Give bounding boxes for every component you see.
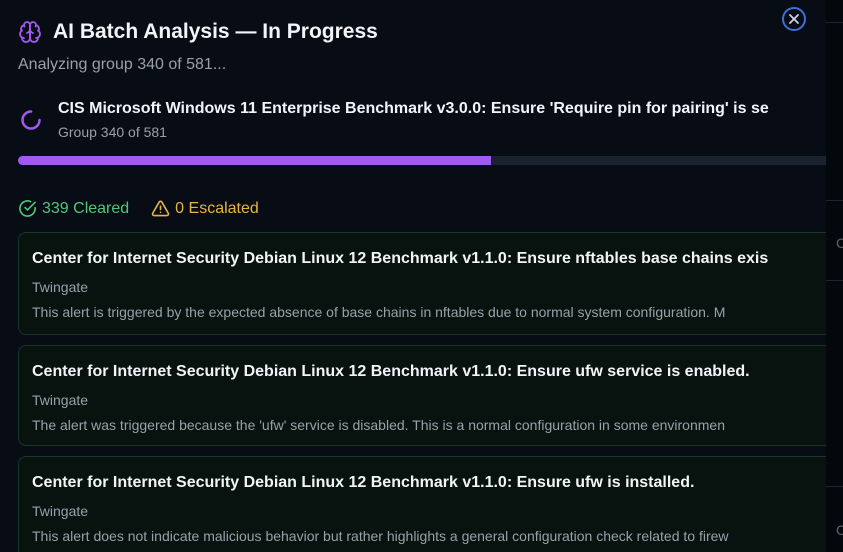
result-card-title: Center for Internet Security Debian Linu…: [32, 474, 695, 491]
result-card-description: The alert was triggered because the 'ufw…: [32, 417, 725, 433]
batch-analysis-modal: AI Batch Analysis — In Progress Analyzin…: [0, 0, 826, 552]
result-card-title: Center for Internet Security Debian Linu…: [32, 363, 750, 380]
backdrop-text: C: [836, 235, 843, 251]
cleared-count-label: 339 Cleared: [42, 199, 130, 217]
result-card-source: Twingate: [32, 279, 89, 295]
progress-bar: [18, 156, 826, 165]
check-circle-icon: [19, 200, 36, 217]
backdrop-divider: [826, 486, 843, 487]
close-icon: [789, 14, 799, 24]
result-card-description: This alert does not indicate malicious b…: [32, 528, 729, 544]
backdrop-divider: [826, 280, 843, 281]
modal-header: AI Batch Analysis — In Progress: [18, 20, 378, 44]
escalated-count: 0 Escalated: [151, 199, 259, 218]
backdrop-divider: [826, 200, 843, 201]
current-group-subtitle: Group 340 of 581: [58, 124, 167, 140]
progress-fill: [18, 156, 491, 165]
modal-subtitle: Analyzing group 340 of 581...: [18, 56, 227, 73]
result-card-title: Center for Internet Security Debian Linu…: [32, 250, 769, 267]
result-card-source: Twingate: [32, 392, 89, 408]
result-counts: 339 Cleared 0 Escalated: [18, 199, 259, 218]
brain-icon: [19, 21, 41, 43]
close-button[interactable]: [782, 7, 806, 31]
backdrop-panel: [826, 0, 843, 552]
result-card[interactable]: Center for Internet Security Debian Linu…: [18, 456, 826, 552]
escalated-count-label: 0 Escalated: [175, 199, 259, 217]
result-card-source: Twingate: [32, 503, 89, 519]
result-card-description: This alert is triggered by the expected …: [32, 304, 726, 320]
warning-triangle-icon: [151, 200, 170, 217]
current-group: CIS Microsoft Windows 11 Enterprise Benc…: [20, 100, 826, 144]
cleared-count: 339 Cleared: [18, 199, 129, 218]
result-card[interactable]: Center for Internet Security Debian Linu…: [18, 232, 826, 335]
backdrop-text: C: [836, 522, 843, 538]
current-group-title: CIS Microsoft Windows 11 Enterprise Benc…: [58, 100, 769, 117]
backdrop-divider: [826, 22, 843, 23]
result-card[interactable]: Center for Internet Security Debian Linu…: [18, 345, 826, 446]
modal-title: AI Batch Analysis — In Progress: [53, 20, 378, 43]
spinner-icon: [21, 110, 41, 130]
